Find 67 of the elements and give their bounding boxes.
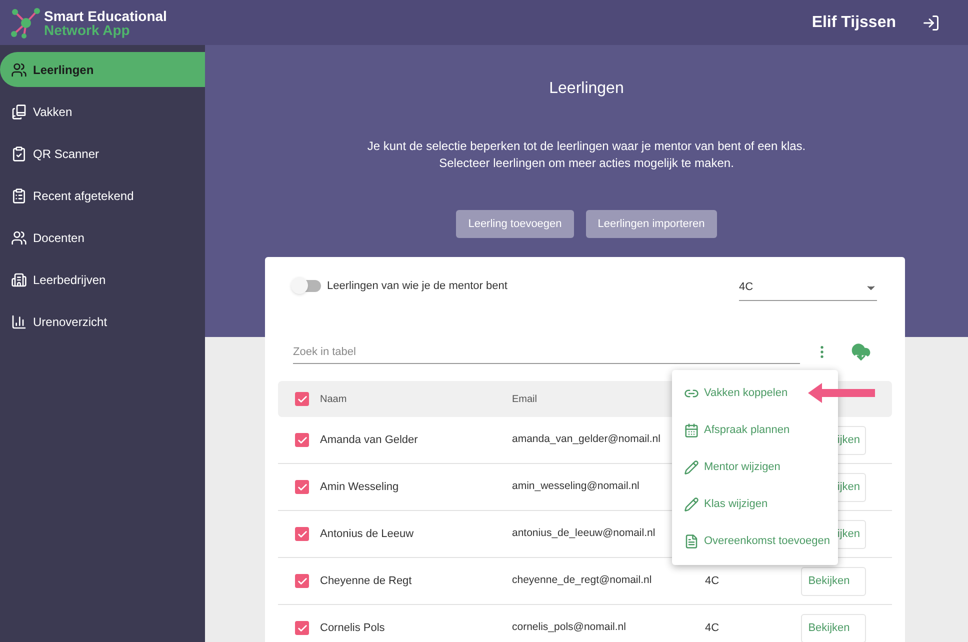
table-cell-text: Antonius de Leeuw bbox=[320, 526, 415, 542]
description-text: Selecteer leerlingen om meer acties mogelijk te maken. bbox=[439, 155, 734, 172]
logout-icon[interactable] bbox=[922, 14, 940, 32]
menu-item[interactable]: Afspraak plannen bbox=[684, 412, 790, 449]
table-cell: 4C bbox=[705, 574, 720, 587]
sidebar-item[interactable]: Leerbedrijven bbox=[0, 262, 205, 297]
column-header: Naam bbox=[320, 392, 348, 406]
sidebar-item[interactable]: Vakken bbox=[0, 94, 205, 129]
search-field[interactable]: Zoek in tabel bbox=[293, 340, 800, 364]
checkbox[interactable] bbox=[295, 392, 309, 406]
clipboard-icon bbox=[11, 188, 27, 204]
table-cell: 4C bbox=[705, 622, 720, 634]
table-cell-text: Amanda van Gelder bbox=[320, 432, 419, 448]
sidebar-item[interactable]: Leerlingen bbox=[0, 52, 205, 87]
pencil-icon bbox=[684, 460, 699, 475]
table-cell-text: cheyenne_de_regt@nomail.nl bbox=[512, 573, 652, 588]
checkbox[interactable] bbox=[295, 527, 309, 541]
toggle-switch[interactable] bbox=[293, 280, 321, 292]
building-icon bbox=[11, 272, 27, 288]
checkbox[interactable] bbox=[295, 621, 309, 635]
page-title: Leerlingen bbox=[549, 79, 624, 99]
checkbox[interactable] bbox=[295, 574, 309, 588]
books-icon bbox=[11, 104, 27, 120]
action-button[interactable]: Leerlingen importeren bbox=[586, 210, 717, 238]
app-subtitle: Network App bbox=[44, 22, 131, 36]
cloud-download-icon[interactable] bbox=[851, 342, 871, 362]
column-header: Email bbox=[512, 392, 538, 406]
pencil-icon bbox=[684, 497, 699, 512]
app-title: Smart Educational bbox=[44, 8, 167, 22]
sidebar-item[interactable]: Recent afgetekend bbox=[0, 178, 205, 213]
view-button[interactable]: Bekijken bbox=[801, 566, 866, 596]
checkmark-icon bbox=[296, 576, 308, 586]
pointer-arrow-icon bbox=[808, 383, 875, 403]
network-logo-icon bbox=[10, 6, 42, 38]
sidebar-item[interactable]: QR Scanner bbox=[0, 136, 205, 171]
checkmark-icon bbox=[296, 434, 308, 446]
checkmark-icon bbox=[296, 482, 308, 492]
table-cell-text: Amin Wesseling bbox=[320, 480, 400, 495]
clipboard-check-icon bbox=[11, 146, 27, 162]
table-cell-text: Cornelis Pols bbox=[320, 620, 386, 636]
checkmark-icon bbox=[296, 622, 308, 634]
description-text: Je kunt de selectie beperken tot de leerlingen waar je mentor van bent of een klas. bbox=[367, 138, 806, 155]
class-select[interactable]: 4C bbox=[739, 275, 877, 301]
menu-item[interactable]: Mentor wijzigen bbox=[684, 449, 780, 486]
table-cell-text: amin_wesseling@nomail.nl bbox=[512, 479, 640, 494]
checkmark-icon bbox=[296, 528, 308, 540]
sidebar-item[interactable]: Urenoverzicht bbox=[0, 304, 205, 339]
user-name: Elif Tijssen bbox=[812, 12, 896, 32]
menu-item[interactable]: Vakken koppelen bbox=[684, 375, 788, 412]
table-cell-text: antonius_de_leeuw@nomail.nl bbox=[512, 526, 656, 542]
file-icon bbox=[684, 534, 699, 549]
calendar-icon bbox=[684, 423, 699, 438]
view-button[interactable]: Bekijken bbox=[801, 614, 866, 642]
table-cell-text: amanda_van_gelder@nomail.nl bbox=[512, 432, 660, 448]
sidebar-item[interactable]: Docenten bbox=[0, 220, 205, 255]
toggle-label: Leerlingen van wie je de mentor bent bbox=[327, 278, 508, 294]
table-cell-text: cornelis_pols@nomail.nl bbox=[512, 620, 626, 636]
checkbox[interactable] bbox=[295, 433, 309, 447]
checkmark-icon bbox=[296, 394, 308, 404]
action-button[interactable]: Leerling toevoegen bbox=[456, 210, 574, 238]
menu-item[interactable]: Overeenkomst toevoegen bbox=[684, 523, 830, 560]
table-cell-text: Cheyenne de Regt bbox=[320, 574, 413, 589]
menu-item[interactable]: Klas wijzigen bbox=[684, 486, 768, 523]
bar-chart-icon bbox=[11, 314, 27, 330]
checkbox[interactable] bbox=[295, 480, 309, 494]
people-icon bbox=[11, 62, 27, 78]
people-icon bbox=[11, 230, 27, 246]
